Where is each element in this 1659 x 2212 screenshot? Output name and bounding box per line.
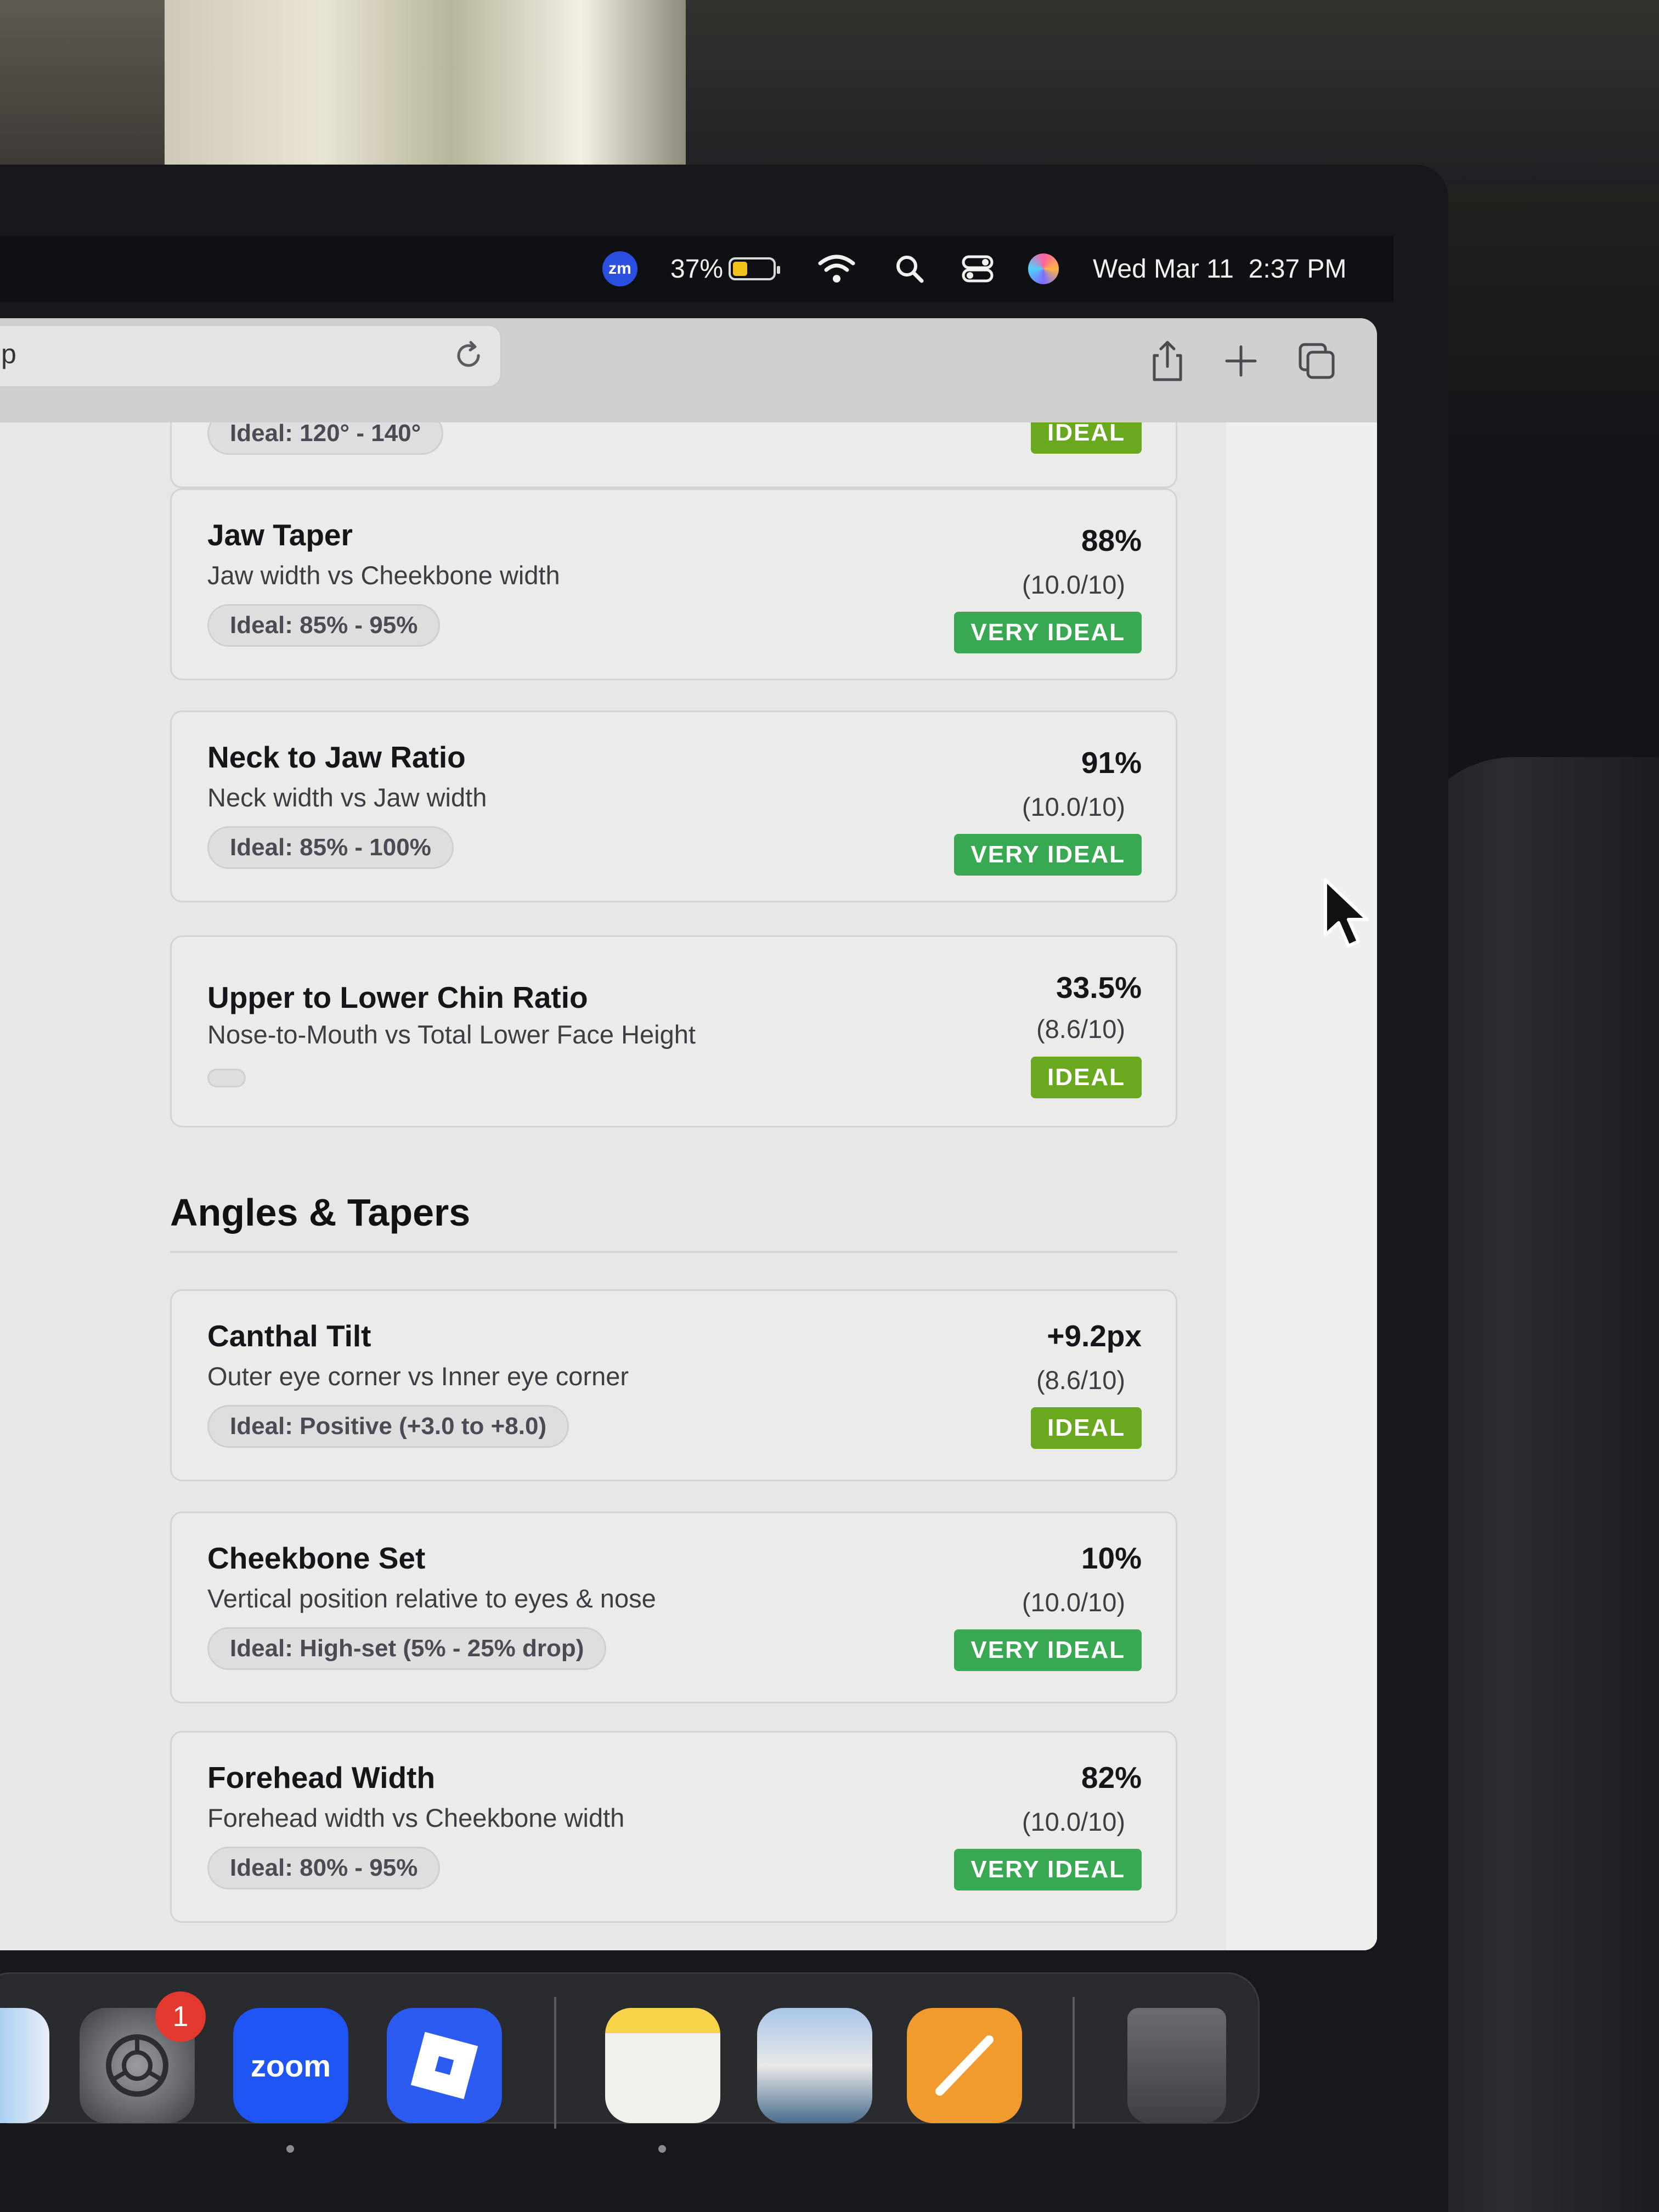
metric-card-canthal-tilt: Canthal Tilt Outer eye corner vs Inner e…	[170, 1289, 1177, 1481]
metric-card-chin-ratio: Upper to Lower Chin Ratio Nose-to-Mouth …	[170, 935, 1177, 1127]
ideal-range-pill: Ideal: 120° - 140°	[207, 422, 444, 455]
share-icon[interactable]	[1146, 339, 1189, 383]
metric-card-forehead-width: Forehead Width Forehead width vs Cheekbo…	[170, 1731, 1177, 1923]
metric-score: (10.0/10)	[1022, 1807, 1125, 1836]
page-margin	[1226, 422, 1377, 1950]
dock-app-finder[interactable]	[0, 2008, 49, 2123]
metric-score: (8.6/10)	[1036, 1014, 1125, 1043]
metric-subtitle: Jaw width vs Cheekbone width	[207, 561, 560, 590]
metric-subtitle: Nose-to-Mouth vs Total Lower Face Height	[207, 1020, 696, 1049]
metric-card-partial: Ideal: 120° - 140° IDEAL	[170, 422, 1177, 488]
dock-app-notes[interactable]	[605, 2008, 720, 2123]
metric-title: Jaw Taper	[207, 518, 353, 552]
metric-title: Neck to Jaw Ratio	[207, 740, 466, 774]
metric-value: 88%	[1081, 523, 1142, 557]
dock-app-preview[interactable]	[757, 2008, 872, 2123]
dock-app-pages[interactable]	[907, 2008, 1022, 2123]
zoom-menu-item[interactable]: zm	[602, 236, 637, 302]
gear-icon	[106, 2034, 168, 2097]
metric-card-cheekbone-set: Cheekbone Set Vertical position relative…	[170, 1511, 1177, 1703]
metric-value: 91%	[1081, 746, 1142, 780]
battery-nub	[777, 266, 780, 274]
battery-percent: 37%	[670, 254, 724, 284]
ideal-range-pill-empty	[207, 1069, 246, 1087]
url-text: p	[1, 338, 16, 369]
mouse-cursor-icon	[1324, 878, 1369, 947]
metric-score: (10.0/10)	[1022, 1588, 1125, 1617]
running-indicator	[286, 2145, 294, 2153]
roblox-icon-center	[435, 2056, 454, 2075]
ideal-range-pill: Ideal: Positive (+3.0 to +8.0)	[207, 1405, 569, 1448]
new-tab-icon[interactable]	[1219, 339, 1263, 383]
metric-title: Upper to Lower Chin Ratio	[207, 980, 588, 1014]
dock-app-trash[interactable]	[1127, 2008, 1226, 2123]
metric-subtitle: Neck width vs Jaw width	[207, 783, 487, 812]
control-center-icon	[962, 255, 994, 283]
rating-badge: VERY IDEAL	[954, 1629, 1142, 1671]
dock-app-system-settings[interactable]: 1	[80, 1991, 206, 2123]
metric-subtitle: Vertical position relative to eyes & nos…	[207, 1584, 656, 1613]
reload-icon[interactable]	[452, 339, 485, 372]
rating-badge: IDEAL	[1031, 1057, 1142, 1098]
battery-icon	[729, 257, 780, 280]
metric-score: (10.0/10)	[1022, 792, 1125, 821]
metric-title: Forehead Width	[207, 1760, 436, 1795]
siri-menu-item[interactable]	[1028, 236, 1059, 302]
ideal-range-pill: Ideal: 85% - 100%	[207, 826, 454, 869]
web-page: Ideal: 120° - 140° IDEAL Jaw Taper Jaw w…	[0, 422, 1377, 1950]
wifi-icon	[818, 255, 855, 283]
dock-app-roblox[interactable]	[387, 2008, 502, 2123]
section-divider	[170, 1251, 1177, 1253]
dock-separator	[1073, 1997, 1075, 2129]
running-indicator	[658, 2145, 666, 2153]
window-light	[165, 0, 686, 176]
metric-card-jaw-taper: Jaw Taper Jaw width vs Cheekbone width I…	[170, 488, 1177, 680]
wifi-menu-item[interactable]	[817, 236, 856, 302]
dock-separator	[554, 1997, 556, 2129]
battery-menu-item[interactable]	[729, 236, 780, 302]
ideal-range-pill: Ideal: 85% - 95%	[207, 604, 441, 647]
metric-subtitle: Outer eye corner vs Inner eye corner	[207, 1362, 629, 1391]
tabs-overview-icon[interactable]	[1295, 339, 1339, 383]
metric-value: 82%	[1081, 1760, 1142, 1795]
metric-value: +9.2px	[1047, 1319, 1142, 1353]
notification-badge: 1	[155, 1991, 206, 2042]
search-icon	[896, 256, 924, 283]
ideal-range-pill: Ideal: 80% - 95%	[207, 1847, 441, 1889]
rating-badge: IDEAL	[1031, 1407, 1142, 1449]
metric-value: 10%	[1081, 1541, 1142, 1575]
address-bar[interactable]: p	[0, 325, 501, 387]
roblox-icon	[410, 2032, 478, 2100]
battery-fill	[733, 262, 747, 276]
metric-title: Cheekbone Set	[207, 1541, 426, 1575]
siri-icon	[1028, 253, 1059, 284]
metric-subtitle: Forehead width vs Cheekbone width	[207, 1803, 625, 1832]
spotlight-menu-item[interactable]	[894, 236, 925, 302]
metric-card-neck-jaw: Neck to Jaw Ratio Neck width vs Jaw widt…	[170, 710, 1177, 902]
metric-score: (10.0/10)	[1022, 570, 1125, 599]
rating-badge: IDEAL	[1031, 422, 1142, 454]
menu-bar: zm 37% Wed Mar 11 2:37 PM	[0, 236, 1393, 302]
metric-value: 33.5%	[1056, 970, 1142, 1005]
wall	[686, 0, 1659, 187]
browser-toolbar: p	[0, 318, 1377, 424]
metric-score: (8.6/10)	[1036, 1365, 1125, 1395]
metric-title: Canthal Tilt	[207, 1319, 371, 1353]
zoom-icon: zm	[602, 251, 637, 286]
zoom-app-label: zoom	[250, 2048, 331, 2083]
rating-badge: VERY IDEAL	[954, 834, 1142, 876]
pen-icon	[935, 2035, 994, 2096]
ideal-range-pill: Ideal: High-set (5% - 25% drop)	[207, 1627, 607, 1670]
section-heading: Angles & Tapers	[170, 1191, 471, 1234]
dock-app-zoom[interactable]: zoom	[233, 2008, 348, 2123]
menu-clock[interactable]: Wed Mar 11 2:37 PM	[1093, 236, 1346, 302]
rating-badge: VERY IDEAL	[954, 612, 1142, 653]
control-center-menu-item[interactable]	[961, 236, 994, 302]
rating-badge: VERY IDEAL	[954, 1849, 1142, 1891]
